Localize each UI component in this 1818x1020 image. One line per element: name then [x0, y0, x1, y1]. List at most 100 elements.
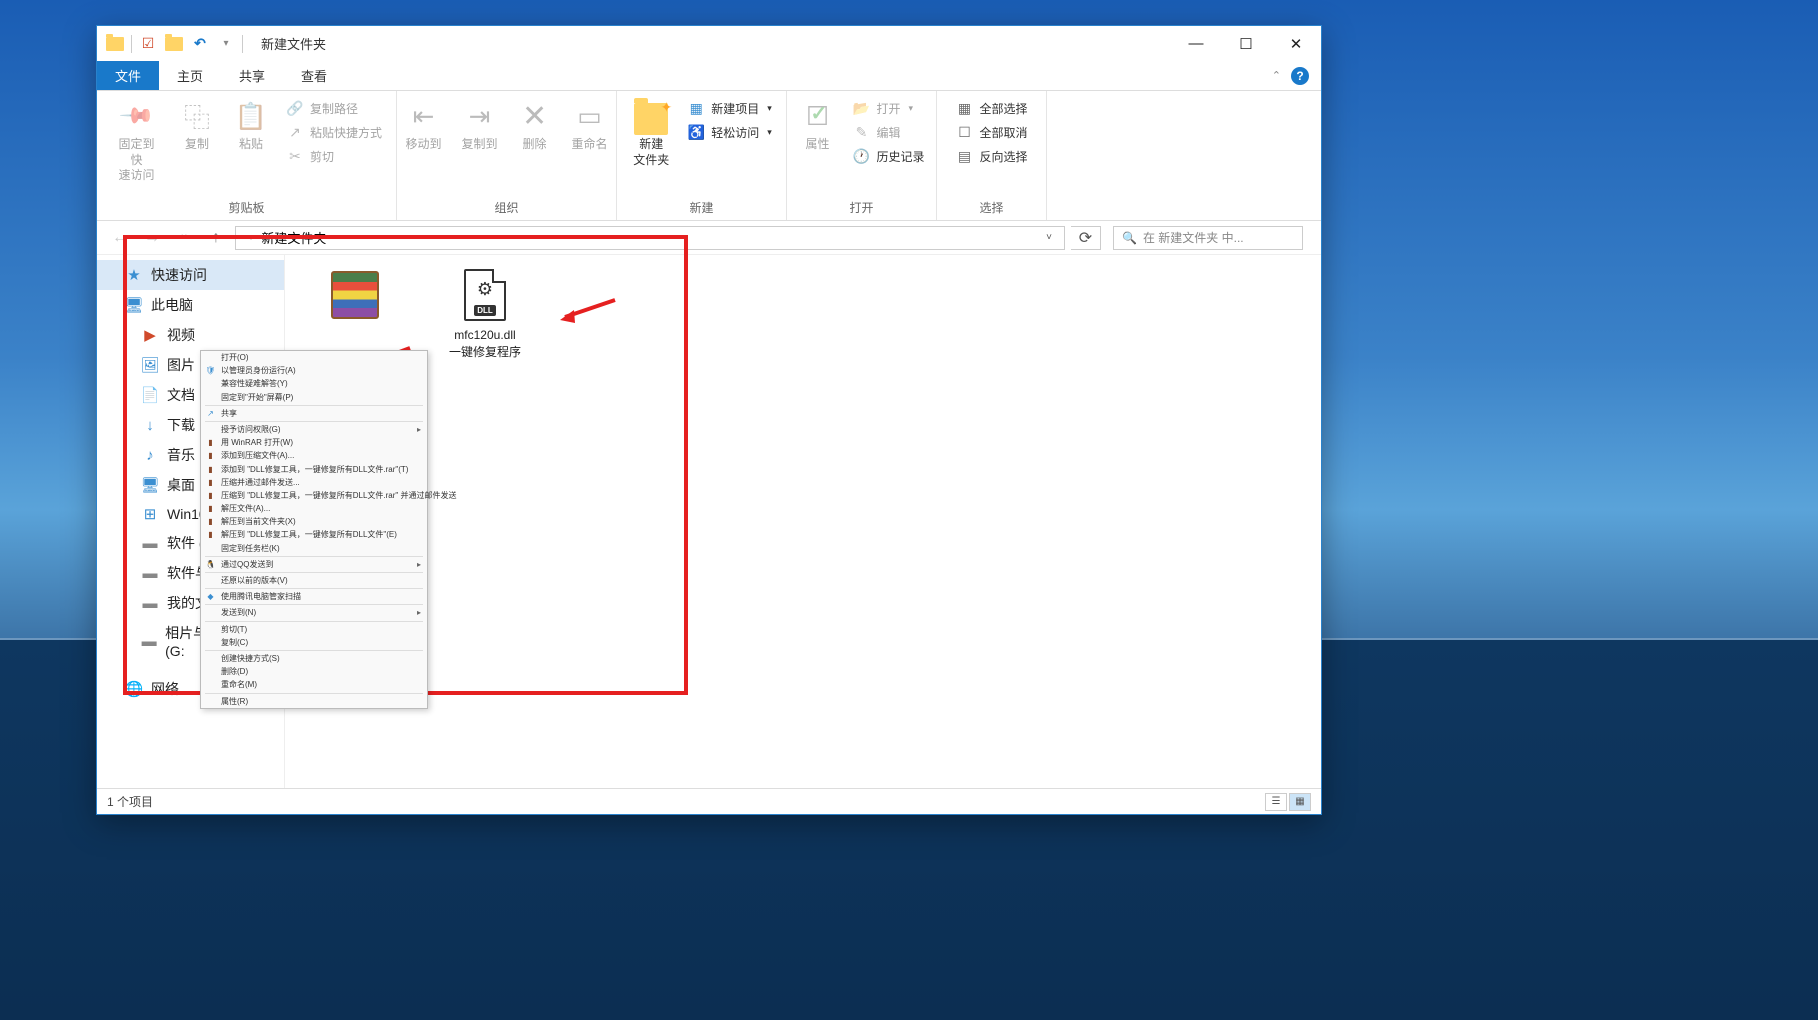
- pin-icon: 📌: [118, 97, 156, 135]
- edit-icon: ✎: [853, 123, 871, 141]
- select-all-button[interactable]: ▦全部选择: [949, 97, 1033, 119]
- sidebar-item-this-pc[interactable]: 🖥此电脑: [97, 290, 284, 320]
- item-count: 1 个项目: [107, 793, 153, 810]
- history-icon: 🕐: [853, 147, 871, 165]
- file-item-dll-repair[interactable]: ⚙DLL mfc120u.dll一键修复程序: [435, 267, 535, 361]
- tab-file[interactable]: 文件: [97, 61, 159, 90]
- address-box[interactable]: › 新建文件夹 ˅: [235, 226, 1065, 250]
- file-area[interactable]: ⚙DLL mfc120u.dll一键修复程序: [285, 255, 1321, 788]
- copy-to-button[interactable]: ⇥复制到: [454, 95, 506, 157]
- back-button[interactable]: ←: [107, 225, 133, 251]
- context-menu-item[interactable]: ▮压缩并通过邮件发送...: [201, 476, 427, 489]
- copyto-icon: ⇥: [463, 99, 497, 133]
- delete-button[interactable]: ✕删除: [510, 95, 560, 157]
- context-menu-item[interactable]: ▮添加到压缩文件(A)...: [201, 449, 427, 462]
- tab-home[interactable]: 主页: [159, 61, 221, 90]
- new-folder-button[interactable]: 新建 文件夹: [625, 95, 677, 172]
- titlebar: ☑ ↶ ▾ 新建文件夹 — ☐ ✕: [97, 26, 1321, 61]
- move-icon: ⇤: [406, 99, 440, 133]
- copy-path-button[interactable]: 🔗复制路径: [280, 97, 388, 119]
- context-menu-item[interactable]: ◆使用腾讯电脑管家扫描: [201, 590, 427, 603]
- picture-icon: 🖼: [141, 356, 159, 374]
- history-button[interactable]: 🕐历史记录: [847, 145, 931, 167]
- new-item-button[interactable]: ▦新建项目▾: [681, 97, 778, 119]
- open-button[interactable]: 📂打开▾: [847, 97, 931, 119]
- tab-share[interactable]: 共享: [221, 61, 283, 90]
- details-view-button[interactable]: ☰: [1265, 793, 1287, 811]
- network-icon: 🌐: [125, 680, 143, 698]
- edit-button[interactable]: ✎编辑: [847, 121, 931, 143]
- context-menu-item[interactable]: 授予访问权限(G)▸: [201, 423, 427, 436]
- properties-button[interactable]: ☐属性: [793, 95, 843, 157]
- ribbon: 📌 固定到快 速访问 ⿻ 复制 📋 粘贴 🔗复制路径 ↗粘贴快捷方式 ✂剪切 剪…: [97, 91, 1321, 221]
- collapse-ribbon-icon[interactable]: ⌃: [1272, 69, 1281, 82]
- paste-shortcut-button[interactable]: ↗粘贴快捷方式: [280, 121, 388, 143]
- search-placeholder: 在 新建文件夹 中...: [1143, 229, 1244, 246]
- paste-button[interactable]: 📋 粘贴: [226, 95, 276, 157]
- recent-dropdown[interactable]: ˅: [171, 225, 197, 251]
- rename-button[interactable]: ▭重命名: [564, 95, 616, 157]
- star-icon: ★: [125, 266, 143, 284]
- search-input[interactable]: 🔍 在 新建文件夹 中...: [1113, 226, 1303, 250]
- dropdown-icon[interactable]: ▾: [216, 34, 236, 54]
- context-menu-item[interactable]: 还原以前的版本(V): [201, 574, 427, 587]
- minimize-button[interactable]: —: [1171, 29, 1221, 59]
- addressbar: ← → ˅ ↑ › 新建文件夹 ˅ ⟳ 🔍 在 新建文件夹 中...: [97, 221, 1321, 255]
- move-to-button[interactable]: ⇤移动到: [397, 95, 449, 157]
- group-label: 剪贴板: [228, 197, 264, 218]
- context-menu-item[interactable]: ↗共享: [201, 407, 427, 420]
- sidebar-item-quick-access[interactable]: ★快速访问: [97, 260, 284, 290]
- new-item-icon: ▦: [687, 99, 705, 117]
- forward-button[interactable]: →: [139, 225, 165, 251]
- context-menu-item[interactable]: 🛡以管理员身份运行(A): [201, 364, 427, 377]
- copy-button[interactable]: ⿻ 复制: [172, 95, 222, 157]
- context-menu-item[interactable]: ▮用 WinRAR 打开(W): [201, 436, 427, 449]
- context-menu-item[interactable]: ▮解压到 "DLL修复工具，一键修复所有DLL文件"(E): [201, 528, 427, 541]
- file-item-archive[interactable]: [305, 267, 405, 323]
- context-menu-item[interactable]: 固定到"开始"屏幕(P): [201, 391, 427, 404]
- address-dropdown-icon[interactable]: ˅: [1040, 232, 1058, 243]
- properties-icon[interactable]: ☑: [138, 34, 158, 54]
- context-menu-item[interactable]: ▮解压文件(A)...: [201, 502, 427, 515]
- new-folder-icon: [634, 99, 668, 133]
- context-menu-item[interactable]: 属性(R): [201, 695, 427, 708]
- context-menu-item[interactable]: 删除(D): [201, 665, 427, 678]
- select-none-icon: ☐: [955, 123, 973, 141]
- context-menu-item[interactable]: 剪切(T): [201, 623, 427, 636]
- help-icon[interactable]: ?: [1291, 67, 1309, 85]
- sidebar-item-videos[interactable]: ▶视频: [97, 320, 284, 350]
- icons-view-button[interactable]: ▦: [1289, 793, 1311, 811]
- invert-selection-button[interactable]: ▤反向选择: [949, 145, 1033, 167]
- context-menu-item[interactable]: 打开(O): [201, 351, 427, 364]
- context-menu-item[interactable]: 发送到(N)▸: [201, 606, 427, 619]
- easy-access-button[interactable]: ♿轻松访问▾: [681, 121, 778, 143]
- refresh-button[interactable]: ⟳: [1071, 226, 1101, 250]
- context-menu-item[interactable]: 创建快捷方式(S): [201, 652, 427, 665]
- context-menu-item[interactable]: ▮添加到 "DLL修复工具，一键修复所有DLL文件.rar"(T): [201, 463, 427, 476]
- context-menu-item[interactable]: 固定到任务栏(K): [201, 542, 427, 555]
- download-icon: ↓: [141, 416, 159, 434]
- path-icon: 🔗: [286, 99, 304, 117]
- maximize-button[interactable]: ☐: [1221, 29, 1271, 59]
- context-menu-item[interactable]: 兼容性疑难解答(Y): [201, 377, 427, 390]
- context-menu-item[interactable]: 🐧通过QQ发送到▸: [201, 558, 427, 571]
- group-label: 选择: [979, 197, 1003, 218]
- folder-icon: [105, 34, 125, 54]
- drive-icon: ▬: [141, 632, 157, 650]
- context-menu-item[interactable]: ▮解压到当前文件夹(X): [201, 515, 427, 528]
- context-menu-item[interactable]: 复制(C): [201, 636, 427, 649]
- folder-icon[interactable]: [164, 34, 184, 54]
- pin-quick-access-button[interactable]: 📌 固定到快 速访问: [105, 95, 168, 188]
- undo-icon[interactable]: ↶: [190, 34, 210, 54]
- copy-icon: ⿻: [180, 99, 214, 133]
- up-button[interactable]: ↑: [203, 225, 229, 251]
- breadcrumb-item[interactable]: 新建文件夹: [261, 228, 326, 247]
- select-none-button[interactable]: ☐全部取消: [949, 121, 1033, 143]
- tab-view[interactable]: 查看: [283, 61, 345, 90]
- close-button[interactable]: ✕: [1271, 29, 1321, 59]
- context-menu-item[interactable]: ▮压缩到 "DLL修复工具，一键修复所有DLL文件.rar" 并通过邮件发送: [201, 489, 427, 502]
- document-icon: 📄: [141, 386, 159, 404]
- cut-button[interactable]: ✂剪切: [280, 145, 388, 167]
- context-menu-item[interactable]: 重命名(M): [201, 678, 427, 691]
- open-icon: 📂: [853, 99, 871, 117]
